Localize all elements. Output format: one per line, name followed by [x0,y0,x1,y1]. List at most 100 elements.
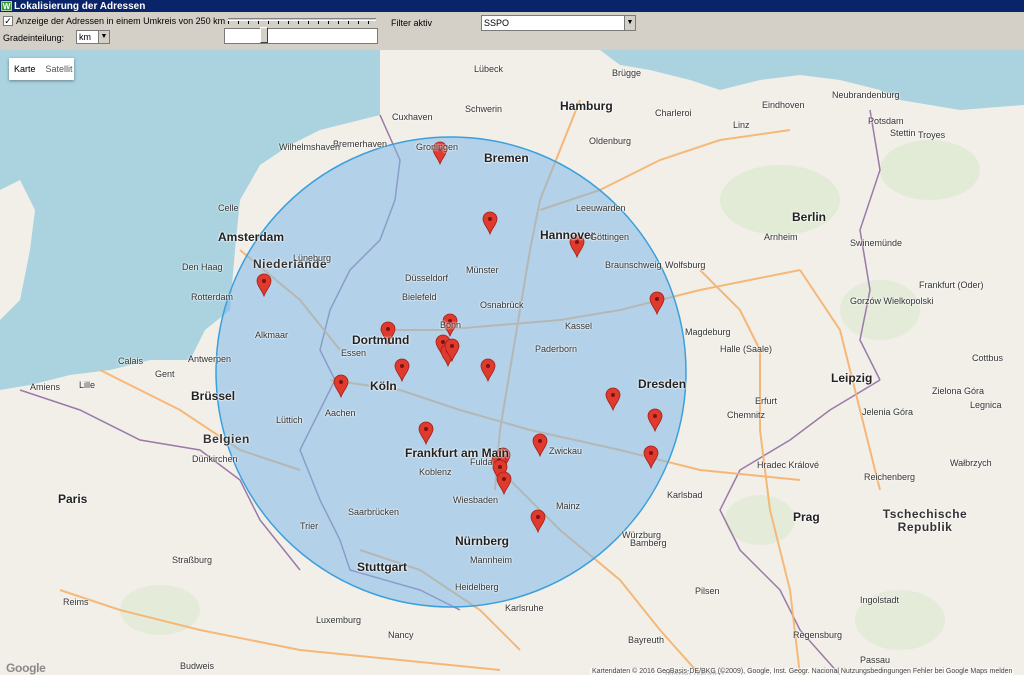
map-type-satellit[interactable]: Satellit [41,64,78,74]
radius-slider-ticks [228,21,376,24]
city-label: Bonn [440,320,462,330]
baltic-sea [600,50,1024,110]
city-label: Wolfsburg [665,260,706,270]
filter-value: SSPO [484,18,510,28]
city-label: Groningen [416,142,459,152]
city-label: Heidelberg [455,582,499,592]
google-logo: Google [6,661,46,675]
city-label: Linz [733,120,750,130]
city-label: Zwickau [549,446,583,456]
city-label: Stettin [890,128,916,138]
radius-label: Anzeige der Adressen in einem Umkreis vo… [16,16,226,26]
app-icon: W [1,1,12,11]
filter-label: Filter aktiv [391,18,433,28]
city-label: Neubrandenburg [832,90,900,100]
city-label: Regensburg [793,630,843,640]
city-label: Magdeburg [685,327,731,337]
city-label: Braunschweig [605,260,662,270]
city-label: Berlin [792,210,827,224]
city-label: Cottbus [972,353,1004,363]
city-label: Calais [118,356,144,366]
map-view[interactable]: Karte Satellit Niederlande Belgien Tschech… [0,50,1024,675]
city-label: Gorzów Wielkopolski [850,296,934,306]
city-label: Reims [63,597,89,607]
city-label: Erfurt [755,396,778,406]
city-label: Troyes [918,130,946,140]
city-label: Wiesbaden [453,495,499,505]
city-label: Alkmaar [255,330,289,340]
window-titlebar: W Lokalisierung der Adressen [0,0,1024,12]
city-label: Dünkirchen [192,454,238,464]
city-label: Bremerhaven [333,139,388,149]
city-label: Aachen [325,408,356,418]
city-label: Göttingen [590,232,630,242]
radius-slider-thumb[interactable] [260,27,268,43]
city-label: Osnabrück [480,300,524,310]
filter-select[interactable]: SSPO ▼ [481,15,636,31]
city-label: Amiens [30,382,61,392]
city-label: Essen [341,348,367,358]
city-label: Amsterdam [218,230,285,244]
city-label: Den Haag [182,262,223,272]
city-label: Prag [793,510,820,524]
city-label: Arnheim [764,232,798,242]
city-label: Reichenberg [864,472,916,482]
chevron-down-icon[interactable]: ▼ [624,16,635,30]
city-label: Karlsruhe [505,603,544,613]
map-copyright[interactable]: Kartendaten © 2016 GeoBasis-DE/BKG (©200… [590,668,1015,675]
city-label: Straßburg [172,555,213,565]
map-type-karte[interactable]: Karte [9,64,41,74]
radius-checkbox[interactable]: ✓ [3,16,13,26]
city-label: Wałbrzych [950,458,992,468]
city-label: Stuttgart [357,560,407,574]
city-label: Brüssel [191,389,236,403]
city-label: Saarbrücken [348,507,400,517]
unit-select[interactable]: km ▼ [76,30,110,44]
city-label: Cuxhaven [392,112,433,122]
city-label: Schwerin [465,104,503,114]
window-title: Lokalisierung der Adressen [14,0,146,12]
city-label: Passau [860,655,891,665]
city-label: Nürnberg [455,534,509,548]
city-label: Koblenz [419,467,452,477]
city-label: Hamburg [560,99,613,113]
country-label: Tschechische Republik [882,507,968,534]
city-label: Gent [155,369,175,379]
city-label: Bremen [484,151,529,165]
city-label: Potsdam [868,116,904,126]
city-label: Lübeck [474,64,504,74]
city-label: Lüneburg [293,253,332,263]
city-label: Pilsen [695,586,720,596]
city-label: Münster [466,265,499,275]
map-canvas[interactable] [0,50,1024,675]
city-label: Bielefeld [402,292,437,302]
city-label: Kassel [565,321,593,331]
city-label: Lille [79,380,96,390]
city-label: Frankfurt (Oder) [919,280,984,290]
city-label: Düsseldorf [405,273,449,283]
city-label: Bayreuth [628,635,665,645]
city-label: Swinemünde [850,238,903,248]
city-label: Mannheim [470,555,513,565]
city-label: Hradec Králové [757,460,820,470]
city-label: Budweis [180,661,215,671]
city-label: Chemnitz [727,410,766,420]
chevron-down-icon[interactable]: ▼ [98,31,109,43]
city-label: Dresden [638,377,687,391]
city-label: Jelenia Góra [862,407,914,417]
city-label: Paris [58,492,88,506]
city-label: Nancy [388,630,414,640]
city-label: Brügge [612,68,642,78]
city-label: Leeuwarden [576,203,626,213]
city-label: Karlsbad [667,490,703,500]
unit-value: km [79,32,91,42]
city-label: Bamberg [630,538,667,548]
city-label: Hannover [540,228,596,242]
city-label: Celle [218,203,239,213]
city-label: Lüttich [276,415,303,425]
city-label: Legnica [970,400,1002,410]
city-label: Trier [300,521,319,531]
city-label: Köln [370,379,397,393]
radius-slider-box [224,28,378,44]
country-label: Belgien [203,432,250,446]
